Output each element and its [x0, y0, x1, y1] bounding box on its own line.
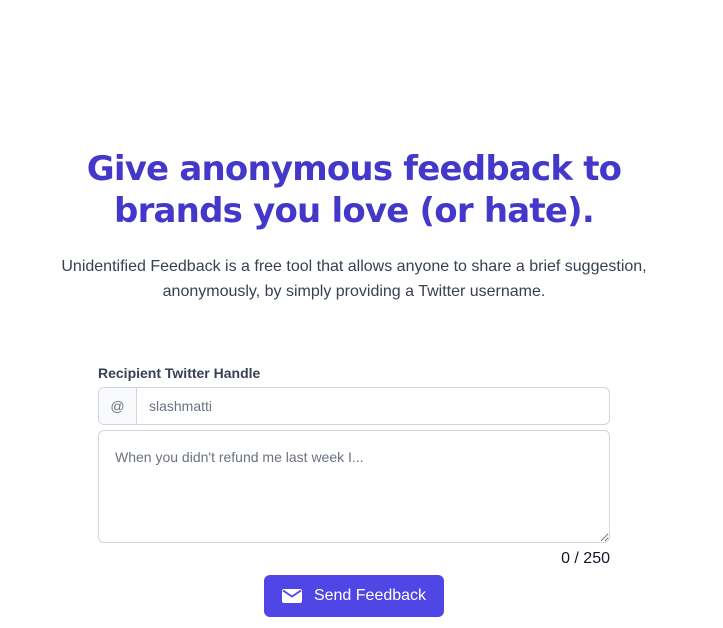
page-title: Give anonymous feedback to brands you lo…: [0, 148, 708, 232]
page: Give anonymous feedback to brands you lo…: [0, 0, 723, 628]
recipient-handle-label: Recipient Twitter Handle: [98, 365, 261, 381]
at-prefix: @: [99, 388, 137, 424]
recipient-handle-group: @: [98, 387, 610, 425]
envelope-icon: [281, 588, 302, 604]
headline-line-1: Give anonymous feedback to: [86, 149, 622, 189]
send-feedback-button[interactable]: Send Feedback: [264, 575, 444, 617]
headline-line-2: brands you love (or hate).: [114, 191, 595, 231]
recipient-handle-input[interactable]: [137, 388, 609, 424]
character-counter: 0 / 250: [561, 550, 610, 567]
page-subtitle: Unidentified Feedback is a free tool tha…: [61, 258, 647, 300]
send-feedback-label: Send Feedback: [313, 587, 427, 604]
feedback-message-textarea[interactable]: [98, 430, 610, 543]
